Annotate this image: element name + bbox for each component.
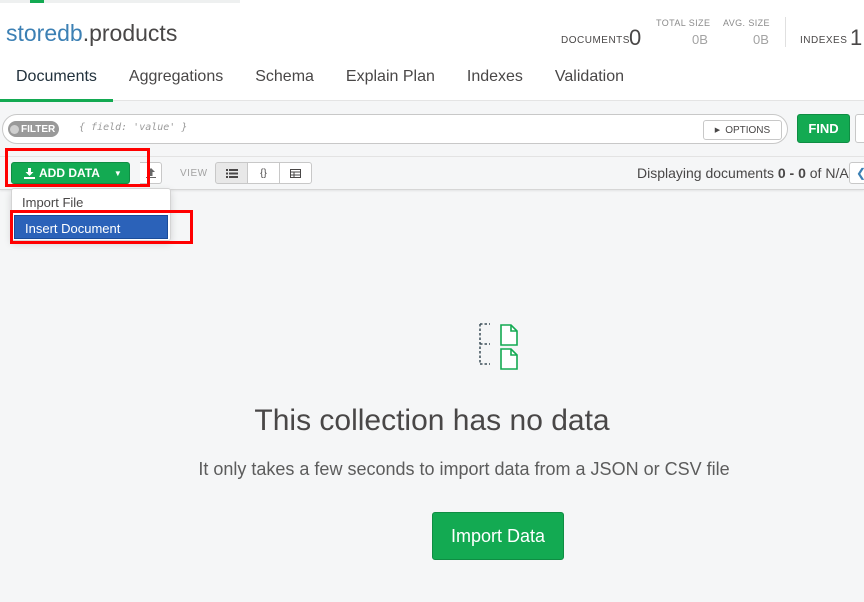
previous-page-button[interactable]: ❮	[849, 162, 864, 184]
query-bar: FILTER { field: 'value' } ▶ OPTIONS FIND	[0, 102, 864, 157]
info-icon	[10, 124, 19, 134]
collection-name: .products	[82, 20, 178, 46]
paging-status: Displaying documents 0 - 0 of N/A	[637, 165, 849, 181]
filter-pill-label: FILTER	[21, 123, 56, 135]
view-label: VIEW	[180, 168, 208, 179]
caret-down-icon: ▼	[113, 168, 122, 178]
documents-toolbar: ADD DATA ▼ VIEW {} Displaying documents …	[0, 157, 864, 190]
caret-right-icon: ▶	[714, 127, 721, 134]
braces-icon: {}	[260, 167, 267, 179]
tab-aggregations[interactable]: Aggregations	[113, 60, 239, 101]
add-data-button[interactable]: ADD DATA ▼	[11, 162, 130, 184]
tab-indexes[interactable]: Indexes	[451, 60, 539, 101]
filter-input[interactable]: FILTER { field: 'value' } ▶ OPTIONS	[2, 114, 788, 144]
options-label: OPTIONS	[725, 124, 771, 136]
table-view-button[interactable]	[279, 162, 312, 184]
paging-suffix: of N/A	[805, 165, 849, 181]
list-view-button[interactable]	[215, 162, 248, 184]
paging-prefix: Displaying documents	[637, 165, 778, 181]
indexes-count-label: INDEXES	[800, 35, 848, 46]
find-button[interactable]: FIND	[797, 114, 850, 143]
json-view-button[interactable]: {}	[247, 162, 280, 184]
empty-state-subtitle: It only takes a few seconds to import da…	[198, 459, 730, 479]
avg-size-value: 0B	[753, 32, 769, 47]
documents-count-label: DOCUMENTS	[561, 35, 630, 46]
documents-count-value: 0	[629, 25, 642, 50]
tab-explain-plan[interactable]: Explain Plan	[330, 60, 451, 101]
tab-schema[interactable]: Schema	[239, 60, 330, 101]
view-switcher: {}	[215, 162, 312, 184]
list-icon	[225, 168, 238, 178]
export-icon	[145, 168, 156, 178]
add-data-label: ADD DATA	[39, 166, 100, 180]
options-button[interactable]: ▶ OPTIONS	[703, 120, 782, 140]
paging-range: 0 - 0	[777, 165, 806, 181]
avg-size-label: AVG. SIZE	[723, 18, 770, 28]
filter-pill: FILTER	[8, 121, 60, 137]
total-size-label: TOTAL SIZE	[656, 18, 711, 28]
active-strip-marker	[30, 0, 44, 3]
tab-documents[interactable]: Documents	[0, 60, 113, 102]
empty-state-title: This collection has no data	[254, 404, 610, 437]
menu-item-import-file[interactable]: Import File	[12, 190, 170, 214]
reset-button[interactable]	[855, 114, 864, 143]
stats-divider	[785, 17, 786, 47]
indexes-count-value: 1	[850, 25, 863, 50]
download-icon	[24, 167, 35, 179]
add-data-menu: Import File Insert Document	[11, 188, 171, 241]
import-data-button[interactable]: Import Data	[432, 512, 564, 560]
filter-placeholder: { field: 'value' }	[79, 122, 188, 133]
database-name: storedb	[6, 20, 83, 46]
collection-title: storedb.products	[6, 20, 177, 47]
tab-validation[interactable]: Validation	[539, 60, 640, 101]
empty-documents-icon	[479, 323, 518, 370]
collection-tabs: Documents Aggregations Schema Explain Pl…	[0, 60, 640, 102]
collection-header: storedb.products DOCUMENTS 0 TOTAL SIZE …	[0, 0, 864, 102]
top-tab-strip	[0, 0, 240, 3]
chevron-left-icon: ❮	[856, 166, 864, 180]
export-collection-button[interactable]	[140, 162, 162, 184]
total-size-value: 0B	[692, 32, 708, 47]
table-icon	[290, 168, 301, 178]
menu-item-insert-document[interactable]: Insert Document	[14, 215, 168, 239]
